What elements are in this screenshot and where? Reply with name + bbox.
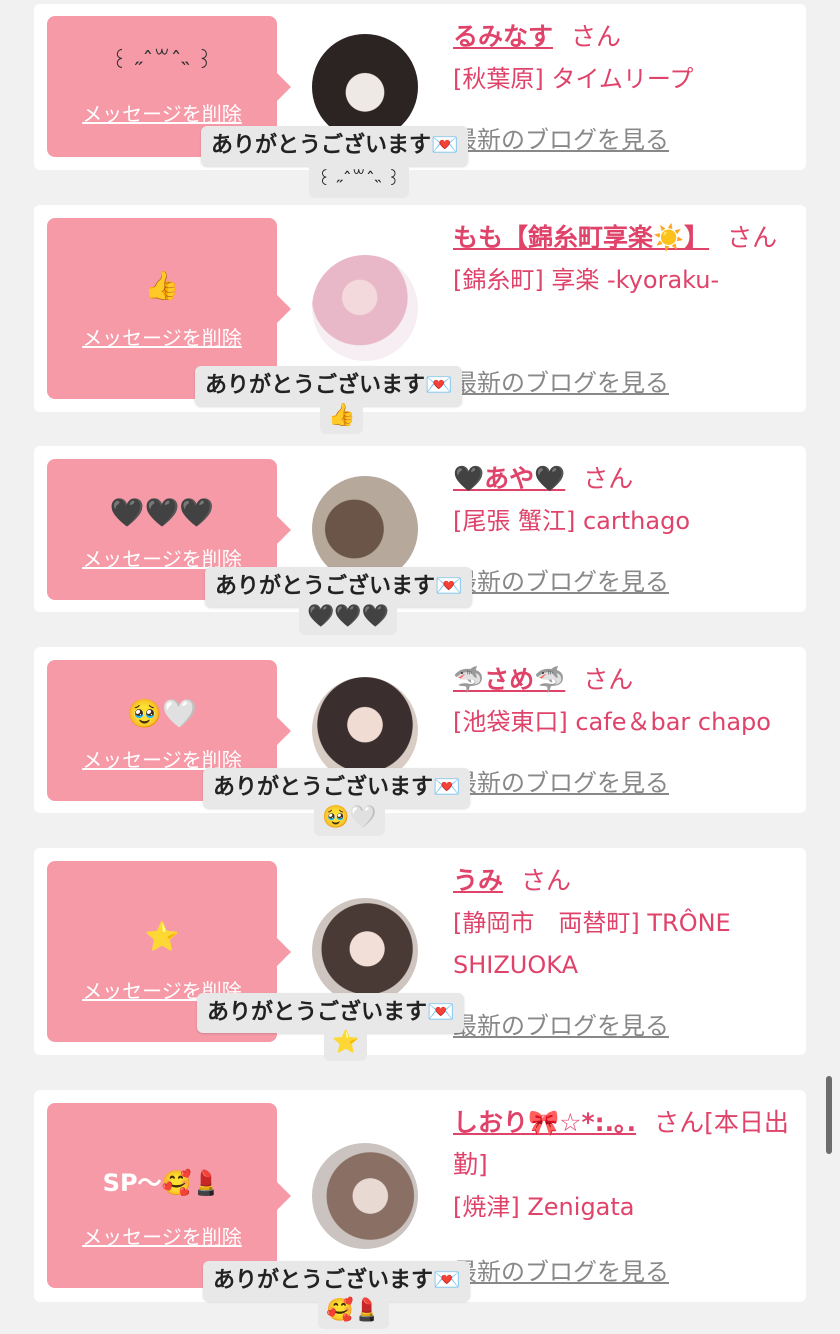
cast-name-link[interactable]: るみなす [453,22,553,51]
shop-label: [焼津] Zenigata [453,1193,635,1221]
stamp-emoji: ⭐️ [144,920,180,953]
stamp-emoji: 🖤🖤🖤 [109,496,215,529]
delete-message-link[interactable]: メッセージを削除 [47,1221,277,1250]
thanks-reply-label: ありがとうございます💌 [201,126,469,166]
latest-blog-link[interactable]: 最新のブログを見る [453,763,669,798]
cast-info: 🖤あや🖤 さん [尾張 蟹江] carthago [453,458,798,542]
cast-name-link[interactable]: 🖤あや🖤 [453,464,565,493]
honorific: さん [583,464,634,493]
reply-stamp: 🥰💄 [318,1293,389,1329]
cast-info: 🦈さめ🦈 さん [池袋東口] cafe＆bar chapo [453,659,798,743]
cast-info: うみ さん [静岡市 両替町] TRÔNE SHIZUOKA [453,860,798,986]
cast-name-link[interactable]: うみ [453,866,503,895]
honorific: さん [521,866,572,895]
honorific: さん [571,22,622,51]
delete-message-link[interactable]: メッセージを削除 [47,322,277,351]
latest-blog-link[interactable]: 最新のブログを見る [453,363,669,398]
shop-label: [尾張 蟹江] carthago [453,507,690,535]
reply-stamp: ⭐️ [324,1025,368,1061]
reply-stamp: ꒰ ˶ˆ꒳ˆ˵ ꒱ [309,162,409,198]
cast-name-link[interactable]: しおり🎀☆*:.｡. [453,1108,636,1137]
scrollbar[interactable] [826,1076,832,1154]
delete-message-link[interactable]: メッセージを削除 [47,98,277,127]
stamp-emoji: ꒰ ˶ˆ꒳ˆ˵ ꒱ [110,49,214,74]
avatar[interactable] [312,898,418,1004]
cast-name-link[interactable]: もも【錦糸町享楽☀️】 [453,223,709,252]
honorific: さん [727,223,778,252]
reply-stamp: 🥹🤍 [314,800,385,836]
avatar[interactable] [312,255,418,361]
shop-label: [秋葉原] タイムリープ [453,65,694,93]
shop-label: [池袋東口] cafe＆bar chapo [453,708,771,736]
shop-label: [錦糸町] 享楽 -kyoraku- [453,266,720,294]
honorific: さん [583,665,634,694]
cast-info: もも【錦糸町享楽☀️】 さん [錦糸町] 享楽 -kyoraku- [453,217,798,301]
cast-info: しおり🎀☆*:.｡. さん[本日出勤] [焼津] Zenigata [453,1102,798,1228]
reply-stamp: 👍 [320,398,364,434]
latest-blog-link[interactable]: 最新のブログを見る [453,120,669,155]
cast-name-link[interactable]: 🦈さめ🦈 [453,665,565,694]
avatar[interactable] [312,34,418,140]
stamp-emoji: SP〜🥰💄 [102,1169,222,1197]
stamp-emoji: 🥹🤍 [127,697,197,730]
latest-blog-link[interactable]: 最新のブログを見る [453,1006,669,1041]
latest-blog-link[interactable]: 最新のブログを見る [453,562,669,597]
shop-label: [静岡市 両替町] TRÔNE SHIZUOKA [453,909,731,979]
latest-blog-link[interactable]: 最新のブログを見る [453,1252,669,1287]
reply-stamp: 🖤🖤🖤 [299,599,398,635]
honorific: さん [654,1108,705,1137]
avatar[interactable] [312,1143,418,1249]
cast-info: るみなす さん [秋葉原] タイムリープ [453,16,798,100]
stamp-emoji: 👍 [144,269,180,302]
